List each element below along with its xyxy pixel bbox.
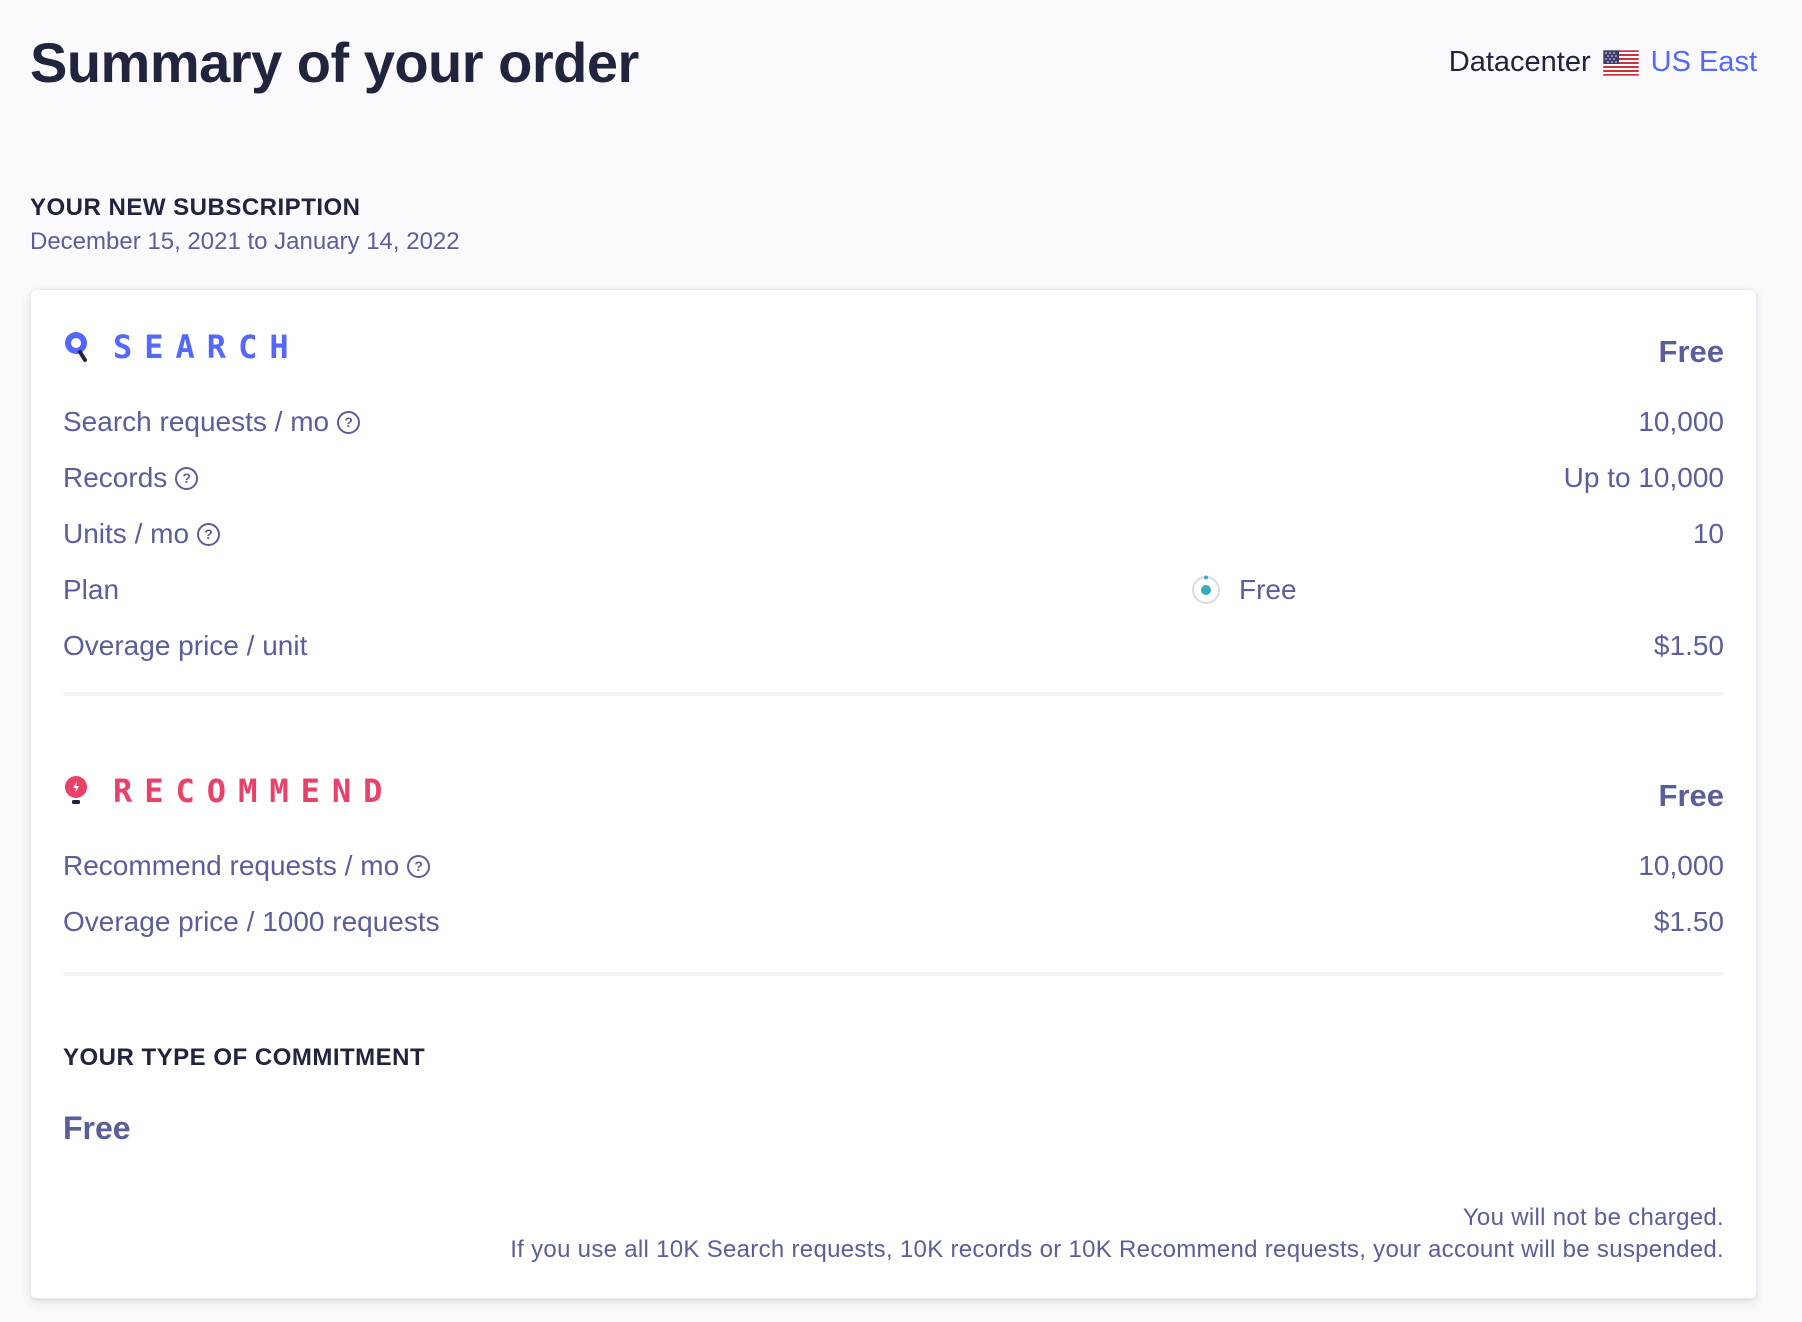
records-label-wrap: Records ? — [63, 462, 199, 494]
search-requests-label: Search requests / mo — [63, 406, 330, 437]
plan-row: Plan Free — [63, 574, 1724, 630]
search-price: Free — [1658, 334, 1724, 369]
section-divider — [63, 972, 1724, 976]
charge-notes: You will not be charged. If you use all … — [510, 1202, 1724, 1266]
recommend-section: RECOMMEND Free Recommend requests / mo ?… — [63, 772, 1724, 976]
datacenter-info: Datacenter US East — [1449, 46, 1757, 79]
search-magnifier-icon — [65, 332, 87, 362]
page-header: Summary of your order Datacenter US East — [30, 0, 1757, 140]
plan-free-icon — [1192, 575, 1220, 604]
commitment-section: YOUR TYPE OF COMMITMENT Free — [63, 1044, 1724, 1147]
recommend-product-label: RECOMMEND — [113, 772, 395, 810]
recommend-product-name: RECOMMEND — [63, 772, 394, 810]
recommend-requests-value: 10,000 — [1638, 850, 1724, 881]
search-overage-label-wrap: Overage price / unit — [63, 630, 307, 662]
page-title: Summary of your order — [30, 31, 639, 94]
plan-label: Plan — [63, 574, 120, 605]
order-card: SEARCH Free Search requests / mo ? 10,00… — [30, 289, 1757, 1299]
help-icon[interactable]: ? — [337, 410, 361, 434]
recommend-requests-label: Recommend requests / mo — [63, 850, 400, 881]
search-overage-value: $1.50 — [1653, 630, 1724, 661]
units-row: Units / mo ? 10 — [63, 518, 1724, 574]
search-overage-label: Overage price / unit — [63, 630, 308, 661]
plan-label-wrap: Plan — [63, 574, 119, 606]
search-section: SEARCH Free Search requests / mo ? 10,00… — [63, 328, 1724, 696]
search-requests-row: Search requests / mo ? 10,000 — [63, 406, 1724, 462]
us-flag-icon — [1602, 49, 1639, 76]
units-value: 10 — [1692, 518, 1724, 549]
search-product-row: SEARCH Free — [63, 328, 1724, 388]
help-icon[interactable]: ? — [197, 522, 221, 546]
recommend-overage-label: Overage price / 1000 requests — [63, 906, 440, 937]
subscription-dates: December 15, 2021 to January 14, 2022 — [30, 228, 460, 255]
recommend-product-row: RECOMMEND Free — [63, 772, 1724, 832]
recommend-overage-value: $1.50 — [1653, 906, 1724, 937]
order-summary-page: Summary of your order Datacenter US East… — [30, 0, 1757, 1299]
recommend-requests-row: Recommend requests / mo ? 10,000 — [63, 850, 1724, 906]
recommend-requests-label-wrap: Recommend requests / mo ? — [63, 850, 431, 882]
plan-value-wrap: Free — [1191, 574, 1297, 606]
search-overage-row: Overage price / unit $1.50 — [63, 630, 1724, 686]
commitment-value: Free — [63, 1110, 131, 1146]
help-icon[interactable]: ? — [407, 854, 431, 878]
search-product-label: SEARCH — [113, 328, 301, 366]
records-value: Up to 10,000 — [1563, 462, 1724, 493]
recommend-overage-row: Overage price / 1000 requests $1.50 — [63, 906, 1724, 962]
units-label-wrap: Units / mo ? — [63, 518, 221, 550]
records-row: Records ? Up to 10,000 — [63, 462, 1724, 518]
recommend-lightbulb-icon — [65, 776, 87, 804]
recommend-price: Free — [1658, 778, 1724, 813]
subscription-heading: YOUR NEW SUBSCRIPTION — [30, 194, 361, 221]
charge-note-line1: You will not be charged. — [1462, 1204, 1724, 1231]
plan-value: Free — [1239, 574, 1297, 605]
commitment-heading: YOUR TYPE OF COMMITMENT — [63, 1044, 426, 1071]
help-icon[interactable]: ? — [175, 466, 199, 490]
recommend-overage-label-wrap: Overage price / 1000 requests — [63, 906, 440, 938]
search-requests-label-wrap: Search requests / mo ? — [63, 406, 361, 438]
search-requests-value: 10,000 — [1638, 406, 1724, 437]
datacenter-value: US East — [1650, 46, 1757, 78]
charge-note-line2: If you use all 10K Search requests, 10K … — [510, 1236, 1724, 1263]
units-label: Units / mo — [63, 518, 190, 549]
records-label: Records — [63, 462, 168, 493]
datacenter-label: Datacenter — [1448, 46, 1591, 78]
section-divider — [63, 692, 1724, 696]
search-product-name: SEARCH — [63, 328, 301, 366]
